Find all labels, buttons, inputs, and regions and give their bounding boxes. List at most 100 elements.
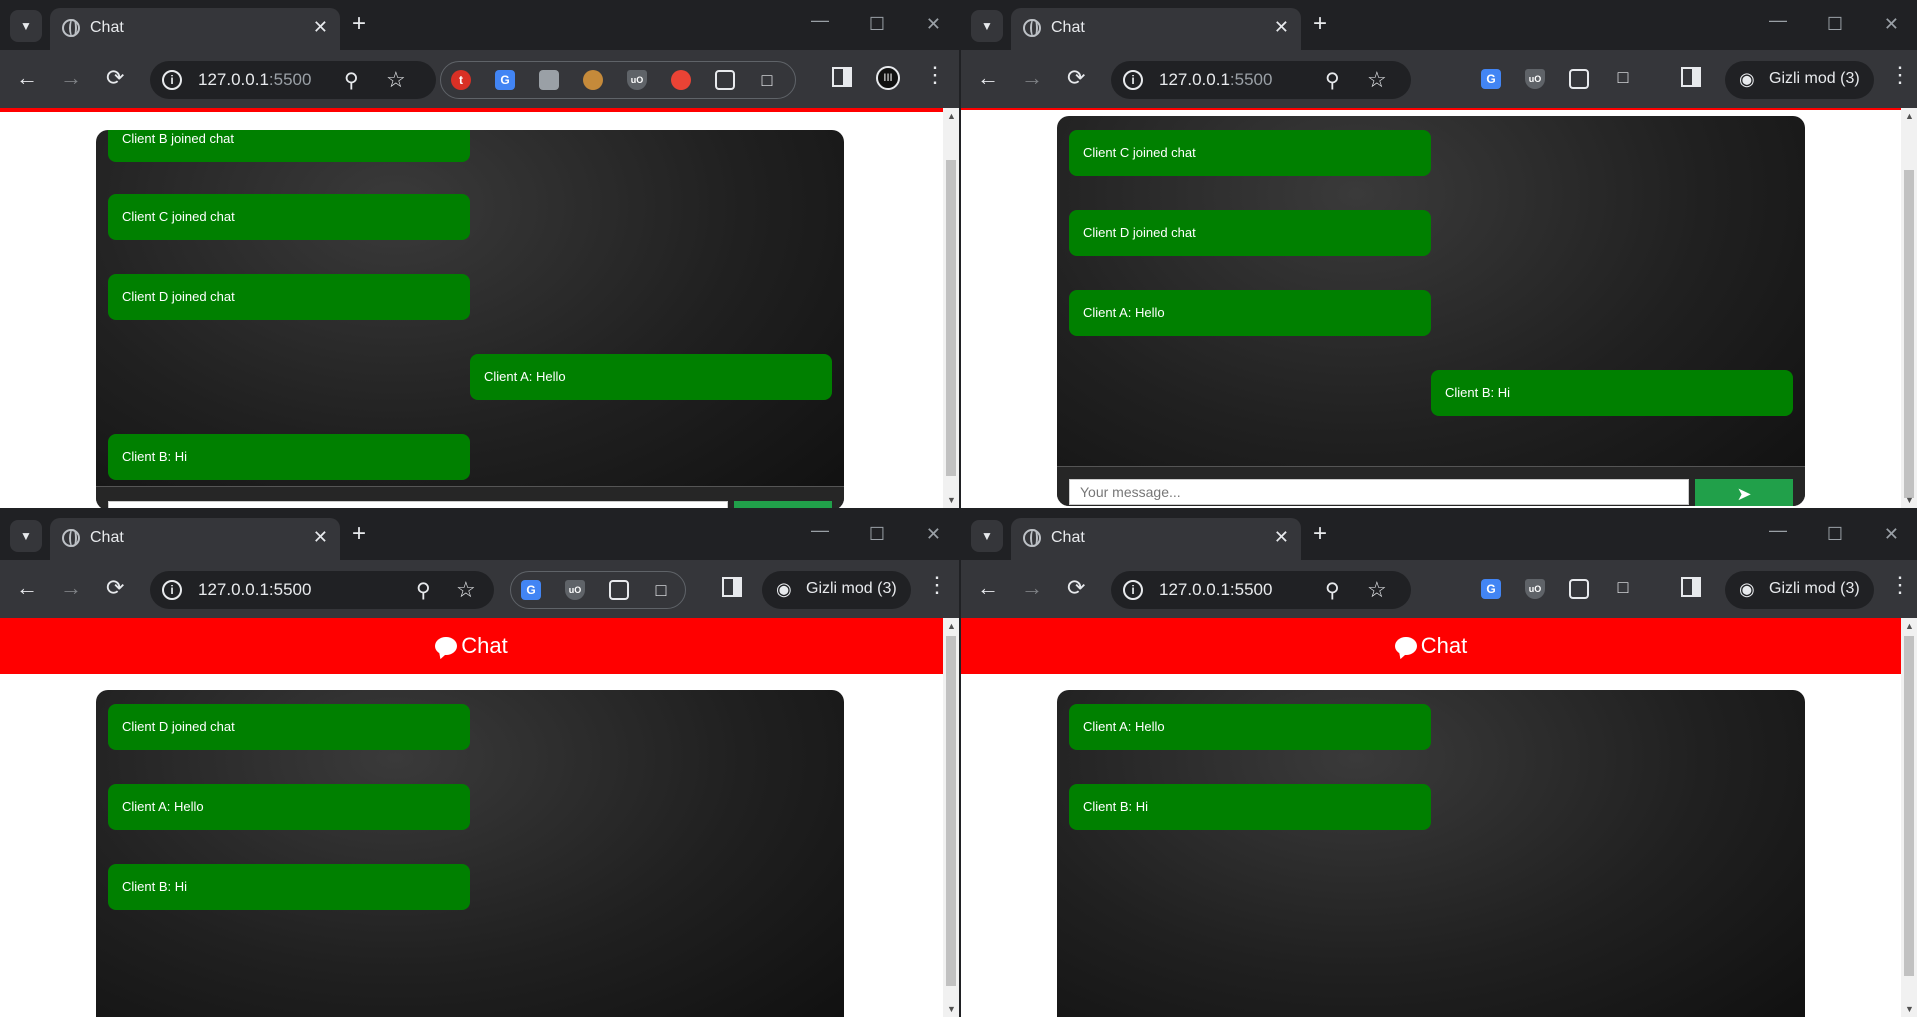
browser-tab[interactable]: Chat ✕ — [1011, 518, 1301, 560]
reload-button[interactable]: ⟳ — [1067, 577, 1085, 599]
message-input[interactable] — [108, 501, 728, 508]
translate-extension-icon[interactable]: G — [521, 580, 541, 600]
kebab-menu-icon[interactable]: ⋮ — [926, 574, 948, 596]
scrollbar[interactable]: ▲ ▼ — [1901, 618, 1917, 1017]
send-button[interactable]: ➤ — [734, 501, 832, 508]
profile-avatar[interactable]: III — [876, 66, 900, 90]
incognito-indicator[interactable]: ◉ Gizli mod (3) — [762, 571, 911, 609]
scroll-up-arrow[interactable]: ▲ — [1905, 621, 1914, 631]
address-bar[interactable]: i 127.0.0.1:5500 ⚲ ☆ — [1111, 61, 1411, 99]
extensions-puzzle-icon[interactable]: □ — [1613, 67, 1633, 87]
scroll-up-arrow[interactable]: ▲ — [1905, 111, 1914, 121]
scroll-thumb[interactable] — [946, 160, 956, 476]
bookmark-star-icon[interactable]: ☆ — [1367, 577, 1387, 603]
scroll-up-arrow[interactable]: ▲ — [947, 111, 956, 121]
scrollbar[interactable]: ▲ ▼ — [943, 618, 959, 1017]
zoom-icon[interactable]: ⚲ — [1325, 578, 1340, 603]
browser-tab[interactable]: Chat ✕ — [50, 518, 340, 560]
reload-button[interactable]: ⟳ — [106, 577, 124, 599]
tab-search-button[interactable]: ▼ — [971, 10, 1003, 42]
extensions-puzzle-icon[interactable]: □ — [1613, 577, 1633, 597]
minimize-button[interactable]: — — [1769, 520, 1787, 541]
picture-in-picture-icon[interactable] — [1569, 579, 1589, 599]
back-button[interactable]: ← — [977, 67, 999, 89]
translate-extension-icon[interactable]: G — [495, 70, 515, 90]
minimize-button[interactable]: — — [1769, 10, 1787, 31]
scroll-thumb[interactable] — [946, 636, 956, 986]
scrollbar[interactable]: ▲ ▼ — [943, 108, 959, 508]
close-window-button[interactable]: ✕ — [1884, 14, 1899, 35]
zoom-icon[interactable]: ⚲ — [416, 578, 431, 603]
back-button[interactable]: ← — [16, 577, 38, 599]
minimize-button[interactable]: — — [811, 10, 829, 31]
forward-button[interactable]: → — [60, 67, 82, 89]
scroll-thumb[interactable] — [1904, 636, 1914, 976]
incognito-indicator[interactable]: ◉ Gizli mod (3) — [1725, 571, 1874, 609]
minimize-button[interactable]: — — [811, 520, 829, 541]
scroll-down-arrow[interactable]: ▼ — [1905, 495, 1914, 505]
scroll-up-arrow[interactable]: ▲ — [947, 621, 956, 631]
scroll-down-arrow[interactable]: ▼ — [947, 495, 956, 505]
address-bar[interactable]: i 127.0.0.1:5500 ⚲ ☆ — [1111, 571, 1411, 609]
scroll-down-arrow[interactable]: ▼ — [1905, 1004, 1914, 1014]
close-window-button[interactable]: ✕ — [926, 14, 941, 35]
address-bar[interactable]: i 127.0.0.1:5500 ⚲ ☆ — [150, 61, 436, 99]
picture-in-picture-icon[interactable] — [1569, 69, 1589, 89]
back-button[interactable]: ← — [16, 67, 38, 89]
t-extension-icon[interactable]: t — [451, 70, 471, 90]
close-tab-icon[interactable]: ✕ — [1274, 527, 1289, 548]
kebab-menu-icon[interactable]: ⋮ — [1889, 574, 1911, 596]
picture-in-picture-icon[interactable] — [715, 70, 735, 90]
bookmark-star-icon[interactable]: ☆ — [1367, 67, 1387, 93]
reload-button[interactable]: ⟳ — [106, 67, 124, 89]
side-panel-icon[interactable] — [1681, 577, 1701, 597]
ghost-extension-icon[interactable] — [671, 70, 691, 90]
ublock-shield-icon[interactable]: uO — [565, 580, 585, 600]
tab-search-button[interactable]: ▼ — [10, 520, 42, 552]
browser-tab[interactable]: Chat ✕ — [50, 8, 340, 50]
address-bar[interactable]: i 127.0.0.1:5500 ⚲ ☆ — [150, 571, 494, 609]
site-info-icon[interactable]: i — [162, 580, 182, 600]
maximize-button[interactable]: ☐ — [869, 524, 885, 545]
side-panel-icon[interactable] — [1681, 67, 1701, 87]
new-tab-button[interactable]: + — [352, 522, 366, 546]
bookmark-star-icon[interactable]: ☆ — [456, 577, 476, 603]
message-input[interactable] — [1069, 479, 1689, 505]
send-button[interactable]: ➤ — [1695, 479, 1793, 506]
new-tab-button[interactable]: + — [1313, 12, 1327, 36]
forward-button[interactable]: → — [1021, 577, 1043, 599]
ublock-shield-icon[interactable]: uO — [1525, 579, 1545, 599]
site-info-icon[interactable]: i — [1123, 580, 1143, 600]
site-info-icon[interactable]: i — [1123, 70, 1143, 90]
forward-button[interactable]: → — [60, 577, 82, 599]
maximize-button[interactable]: ☐ — [1827, 524, 1843, 545]
side-panel-icon[interactable] — [722, 577, 742, 597]
new-tab-button[interactable]: + — [1313, 522, 1327, 546]
maximize-button[interactable]: ☐ — [1827, 14, 1843, 35]
tab-search-button[interactable]: ▼ — [10, 10, 42, 42]
ublock-shield-icon[interactable]: uO — [627, 70, 647, 90]
reload-button[interactable]: ⟳ — [1067, 67, 1085, 89]
scrollbar[interactable]: ▲ ▼ — [1901, 108, 1917, 508]
maximize-button[interactable]: ☐ — [869, 14, 885, 35]
close-window-button[interactable]: ✕ — [1884, 524, 1899, 545]
picture-in-picture-icon[interactable] — [609, 580, 629, 600]
zoom-icon[interactable]: ⚲ — [344, 68, 359, 93]
scroll-down-arrow[interactable]: ▼ — [947, 1004, 956, 1014]
new-tab-button[interactable]: + — [352, 12, 366, 36]
close-tab-icon[interactable]: ✕ — [1274, 17, 1289, 38]
incognito-indicator[interactable]: ◉ Gizli mod (3) — [1725, 61, 1874, 99]
bookmark-star-icon[interactable]: ☆ — [386, 67, 406, 93]
kebab-menu-icon[interactable]: ⋮ — [1889, 64, 1911, 86]
back-button[interactable]: ← — [977, 577, 999, 599]
forward-button[interactable]: → — [1021, 67, 1043, 89]
kebab-menu-icon[interactable]: ⋮ — [924, 64, 946, 86]
scroll-thumb[interactable] — [1904, 170, 1914, 498]
translate-extension-icon[interactable]: G — [1481, 69, 1501, 89]
close-tab-icon[interactable]: ✕ — [313, 17, 328, 38]
camera-extension-icon[interactable] — [539, 70, 559, 90]
extensions-puzzle-icon[interactable]: □ — [651, 580, 671, 600]
ublock-shield-icon[interactable]: uO — [1525, 69, 1545, 89]
close-tab-icon[interactable]: ✕ — [313, 527, 328, 548]
zoom-icon[interactable]: ⚲ — [1325, 68, 1340, 93]
